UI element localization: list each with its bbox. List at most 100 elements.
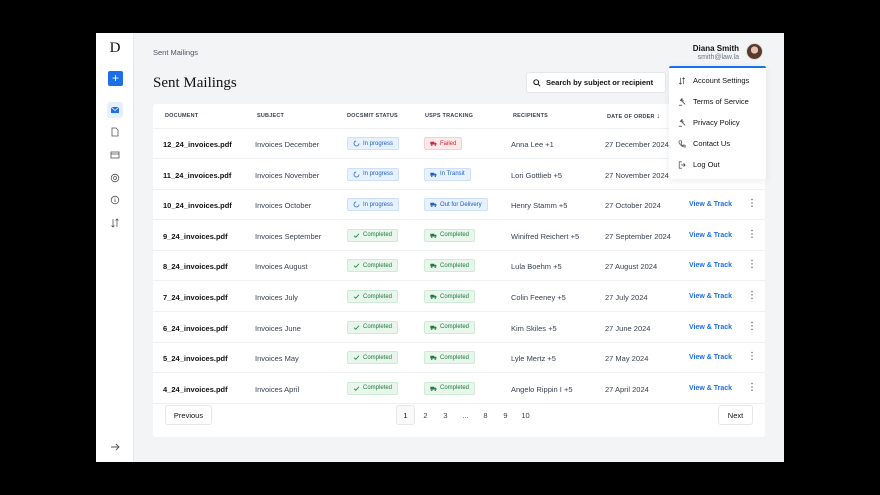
document-name[interactable]: 11_24_invoices.pdf [163,171,231,180]
tracking-text: Failed [440,140,457,147]
recipients[interactable]: Lula Boehm +5 [511,262,562,271]
view-track-link[interactable]: View & Track [689,293,732,300]
page-button[interactable]: 2 [416,405,435,425]
menu-item-terms-of-service[interactable]: Terms of Service [669,91,766,112]
document-name[interactable]: 5_24_invoices.pdf [163,354,228,363]
collapse-sidebar-button[interactable] [107,439,123,455]
sidebar-item-info[interactable] [107,192,123,208]
subject: Invoices April [255,384,300,394]
document-name[interactable]: 7_24_invoices.pdf [163,293,228,302]
column-header-docsmit-status[interactable]: DOCSMIT STATUS [347,113,398,119]
recipients[interactable]: Lori Gottlieb +5 [511,171,562,180]
more-options-icon[interactable]: ⋮ [747,199,757,209]
date-header-label: DATE OF ORDER [607,114,655,120]
truck-icon [430,324,437,331]
table-row[interactable]: 7_24_invoices.pdf Invoices July Completed C… [153,282,765,312]
table-row[interactable]: 5_24_invoices.pdf Invoices May Completed Co… [153,343,765,374]
check-icon [353,293,360,300]
more-options-icon[interactable]: ⋮ [747,352,757,362]
sidebar-item-sort[interactable] [107,215,123,231]
recipients[interactable]: Lyle Mertz +5 [511,354,556,363]
menu-item-contact-us[interactable]: Contact Us [669,133,766,154]
column-header-usps-tracking[interactable]: USPS TRACKING [425,113,473,119]
previous-page-button[interactable]: Previous [165,405,212,425]
menu-item-privacy-policy[interactable]: Privacy Policy [669,112,766,133]
page-button[interactable]: 9 [496,405,515,425]
date-of-order: 27 November 2024 [605,170,669,180]
status-text: Completed [363,293,393,300]
column-header-document[interactable]: DOCUMENT [165,113,198,119]
view-track-link[interactable]: View & Track [689,262,732,269]
view-track-link[interactable]: View & Track [689,201,732,208]
recipients[interactable]: Winifred Reichert +5 [511,232,579,241]
table-row[interactable]: 8_24_invoices.pdf Invoices August Complete… [153,251,765,282]
recipients[interactable]: Angelo Rippin I +5 [511,385,573,394]
check-icon [353,354,360,361]
view-track-link[interactable]: View & Track [689,232,732,239]
more-options-icon[interactable]: ⋮ [747,321,757,332]
sidebar-item-billing[interactable] [107,147,123,163]
more-options-icon[interactable]: ⋮ [747,382,757,393]
column-header-date-of-order[interactable]: DATE OF ORDER ↓ [607,113,660,120]
document-name[interactable]: 8_24_invoices.pdf [163,262,228,271]
usps-tracking-badge: Completed [424,381,476,395]
status-text: Completed [363,232,393,239]
tracking-text: In Transit [440,171,465,178]
table-row[interactable]: 6_24_invoices.pdf Invoices June Completed C… [153,313,765,343]
docsmit-status-badge: Completed [347,259,399,273]
recipients[interactable]: Henry Stamm +5 [511,201,567,210]
breadcrumb: Sent Mailings [153,48,199,57]
page-button[interactable]: 1 [396,405,415,425]
progress-icon [353,140,360,147]
docsmit-status-badge: In progress [347,167,400,181]
app-window: D + Sent Mailings Diana Smith smith@law.… [96,33,784,462]
avatar[interactable] [746,43,763,60]
table-row[interactable]: 4_24_invoices.pdf Invoices April Completed… [153,374,765,404]
column-header-subject[interactable]: SUBJECT [257,113,284,119]
date-of-order: 27 August 2024 [605,262,658,272]
recipients[interactable]: Anna Lee +1 [511,140,554,149]
menu-item-account-settings[interactable]: Account Settings [669,70,766,91]
document-name[interactable]: 10_24_invoices.pdf [163,201,232,210]
mail-icon [110,106,120,113]
sidebar-item-documents[interactable] [107,124,123,140]
view-track-link[interactable]: View & Track [689,385,732,392]
column-header-recipients[interactable]: RECIPIENTS [513,113,548,119]
user-name[interactable]: Diana Smith [693,44,739,53]
date-of-order: 27 December 2024 [605,140,669,149]
date-of-order: 27 June 2024 [605,323,651,333]
view-track-link[interactable]: View & Track [689,354,732,361]
search-placeholder: Search by subject or recipient [546,78,654,87]
document-name[interactable]: 6_24_invoices.pdf [163,324,228,333]
view-track-link[interactable]: View & Track [689,324,732,331]
search-input[interactable]: Search by subject or recipient [526,72,666,93]
table-row[interactable]: 9_24_invoices.pdf Invoices September Compl… [153,221,765,251]
document-name[interactable]: 12_24_invoices.pdf [163,140,232,149]
document-name[interactable]: 4_24_invoices.pdf [163,385,228,394]
recipients[interactable]: Colin Feeney +5 [511,293,566,302]
truck-icon [430,171,437,178]
more-options-icon[interactable]: ⋮ [747,291,757,301]
add-button[interactable]: + [108,71,123,86]
menu-item-label: Contact Us [693,139,731,148]
more-options-icon[interactable]: ⋮ [747,229,757,240]
usps-tracking-badge: In Transit [424,167,471,181]
page-button[interactable]: 8 [476,405,495,425]
sidebar-item-contacts[interactable] [107,170,123,186]
truck-icon [430,354,437,361]
recipients[interactable]: Kim Skiles +5 [511,324,557,333]
page-button[interactable]: 10 [516,405,535,425]
document-name[interactable]: 9_24_invoices.pdf [163,232,228,241]
next-page-button[interactable]: Next [718,405,753,425]
menu-item-log-out[interactable]: Log Out [669,154,766,175]
page-button[interactable]: 3 [436,405,455,425]
progress-icon [353,201,360,208]
subject: Invoices September [255,231,322,241]
date-of-order: 27 September 2024 [605,231,671,241]
check-icon [353,262,360,269]
table-row[interactable]: 10_24_invoices.pdf Invoices October In pro… [153,190,765,221]
usps-tracking-badge: Completed [424,259,476,273]
sidebar-item-mail[interactable] [107,102,123,118]
more-options-icon[interactable]: ⋮ [747,260,757,270]
date-of-order: 27 May 2024 [605,354,649,364]
